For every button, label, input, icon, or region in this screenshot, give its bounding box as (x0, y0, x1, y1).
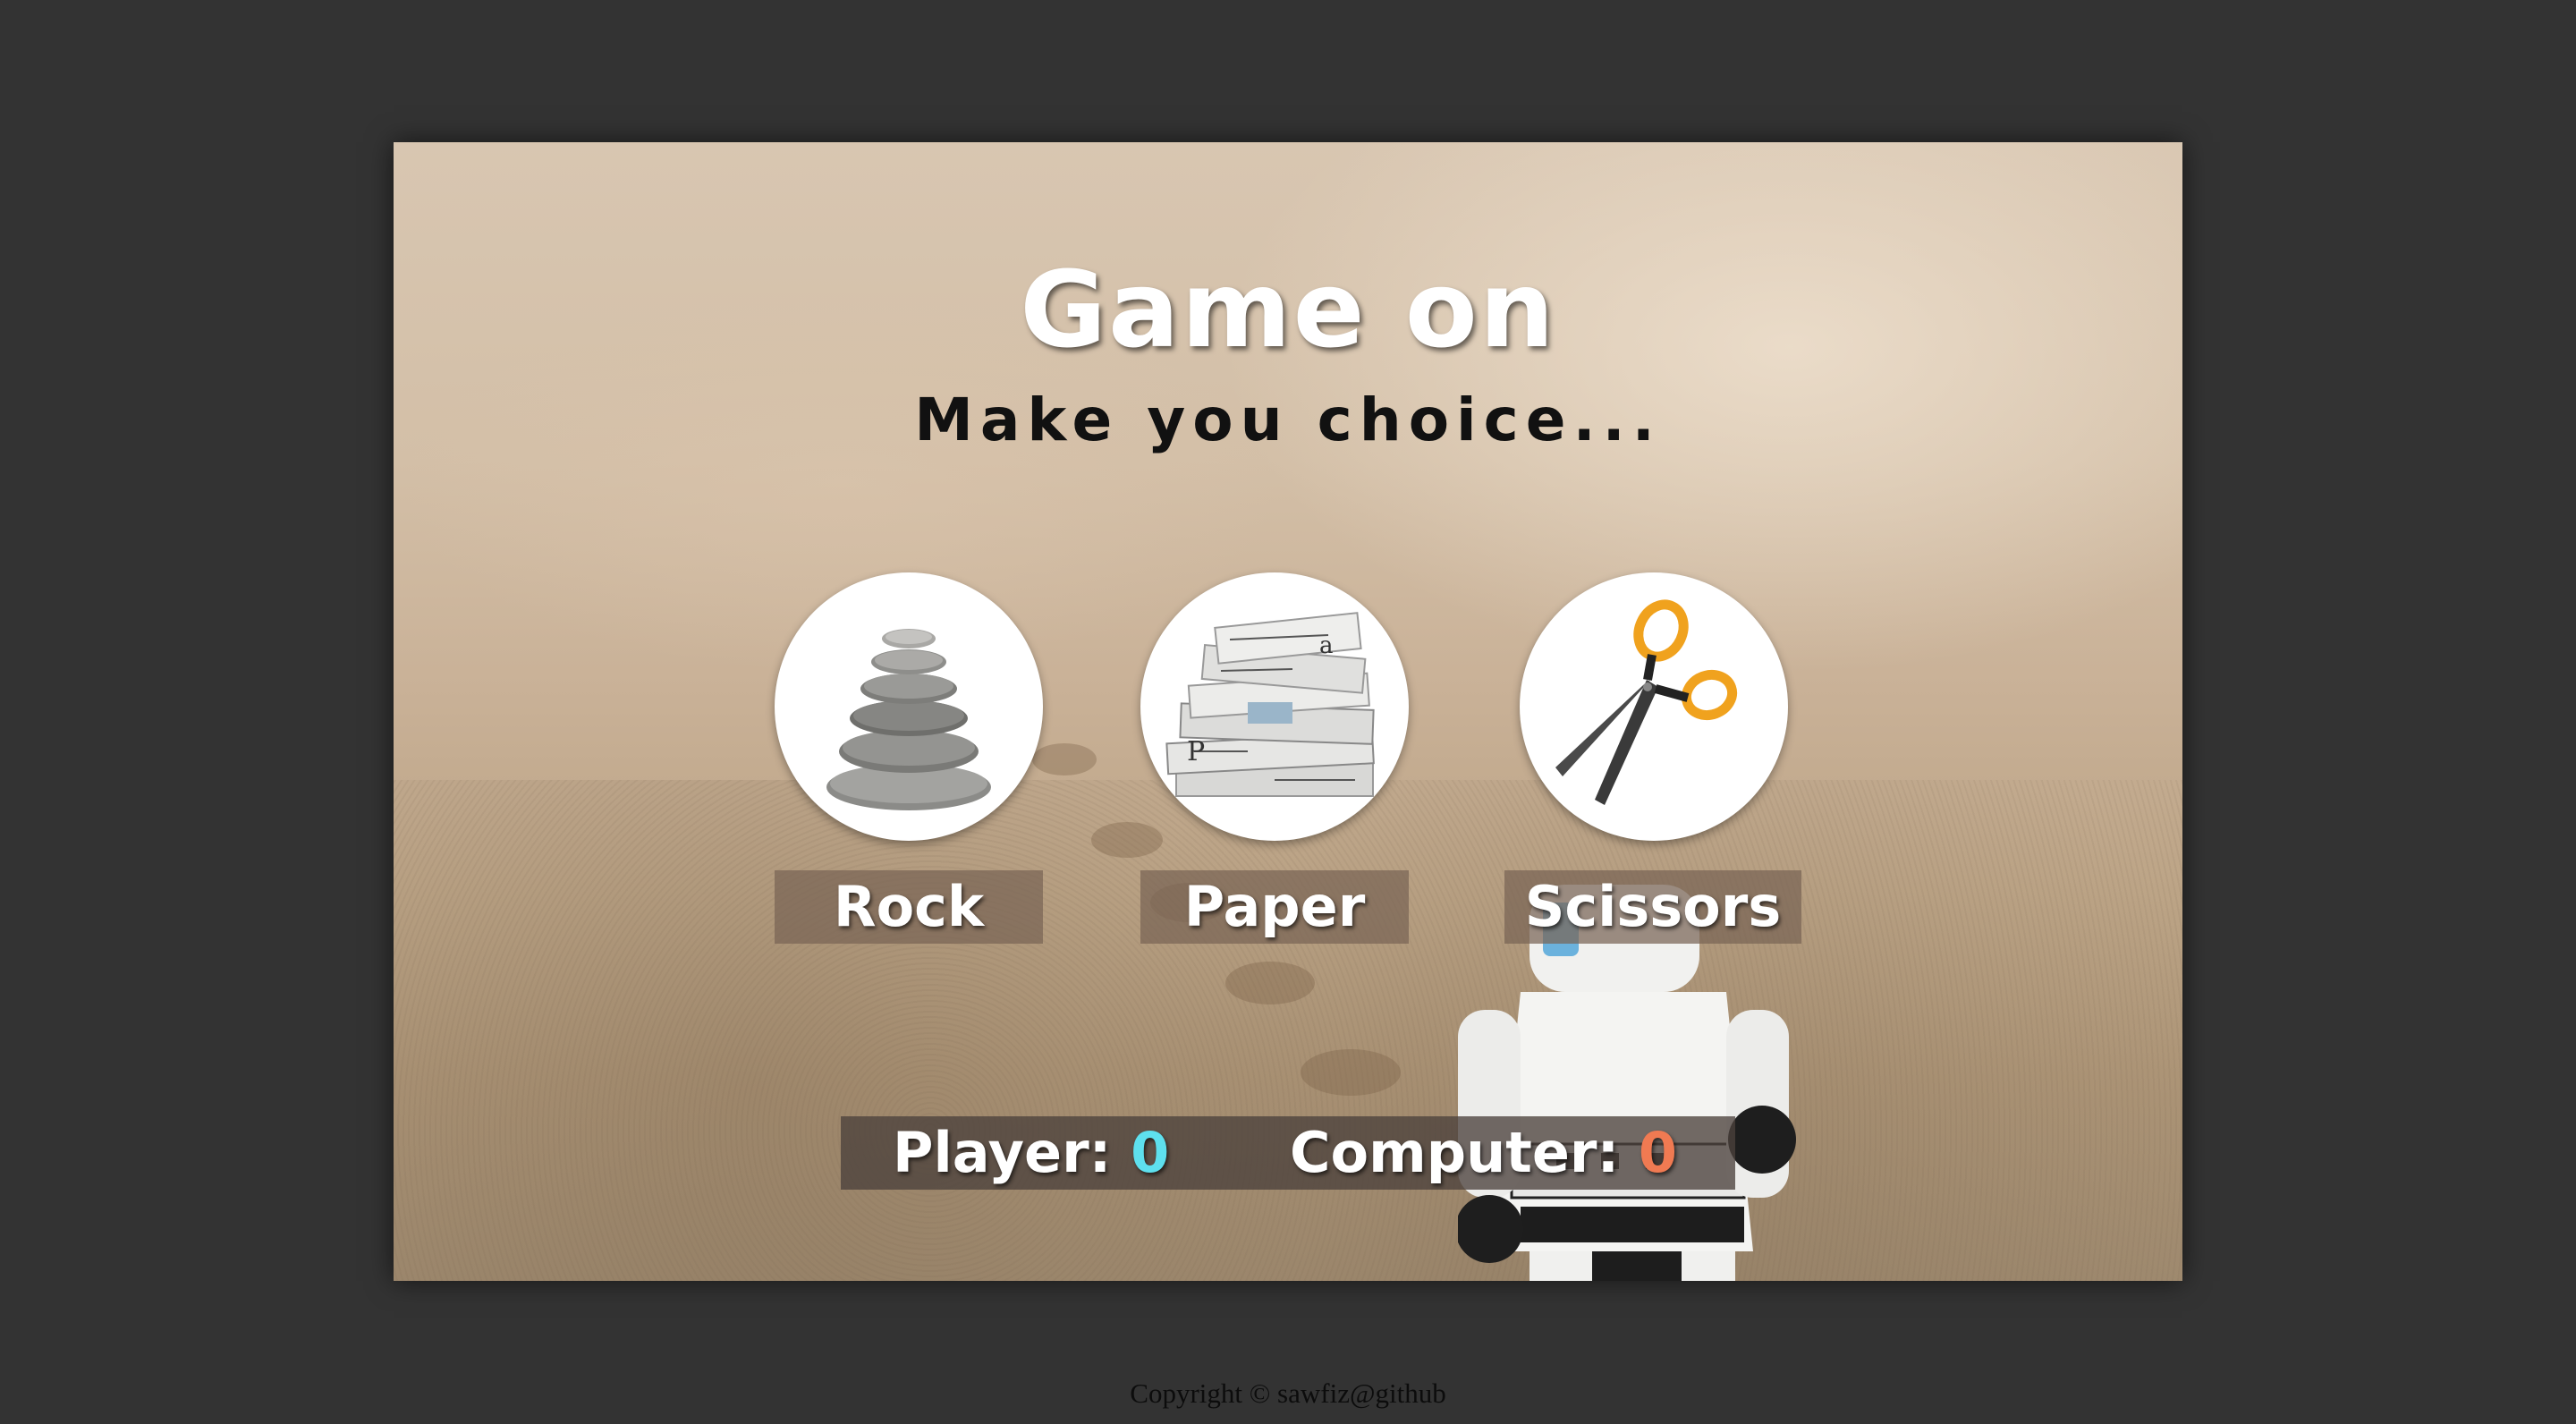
choice-paper[interactable]: P a Paper (1140, 572, 1409, 944)
paper-button[interactable]: P a (1140, 572, 1409, 841)
svg-text:P: P (1187, 736, 1205, 767)
newspaper-stack-icon: P a (1165, 612, 1375, 797)
scissors-label[interactable]: Scissors (1504, 870, 1801, 944)
game-board: Game on Make you choice... Rock P a Pape… (394, 142, 2182, 1281)
computer-label: Computer: (1290, 1120, 1620, 1185)
scoreboard: Player: 0 Computer: 0 (841, 1116, 1735, 1190)
player-score-block: Player: 0 (893, 1116, 1169, 1190)
computer-score-block: Computer: 0 (1290, 1116, 1677, 1190)
svg-text:a: a (1319, 632, 1334, 659)
choice-rock[interactable]: Rock (775, 572, 1043, 944)
game-subtitle: Make you choice... (914, 386, 1662, 454)
rock-label[interactable]: Rock (775, 870, 1043, 944)
sand-texture (394, 780, 2182, 1281)
scissors-button[interactable] (1520, 572, 1788, 841)
paper-label[interactable]: Paper (1140, 870, 1409, 944)
copyright-footer: Copyright © sawfiz@github (1130, 1377, 1446, 1409)
rock-button[interactable] (775, 572, 1043, 841)
rock-stack-icon (826, 629, 991, 810)
lego-trooper-figure (1458, 885, 1796, 1281)
game-title: Game on (1020, 248, 1556, 371)
choice-scissors[interactable]: Scissors (1504, 572, 1801, 944)
player-score: 0 (1131, 1120, 1170, 1185)
computer-score: 0 (1638, 1120, 1678, 1185)
scissors-icon (1555, 599, 1738, 805)
player-label: Player: (893, 1120, 1112, 1185)
